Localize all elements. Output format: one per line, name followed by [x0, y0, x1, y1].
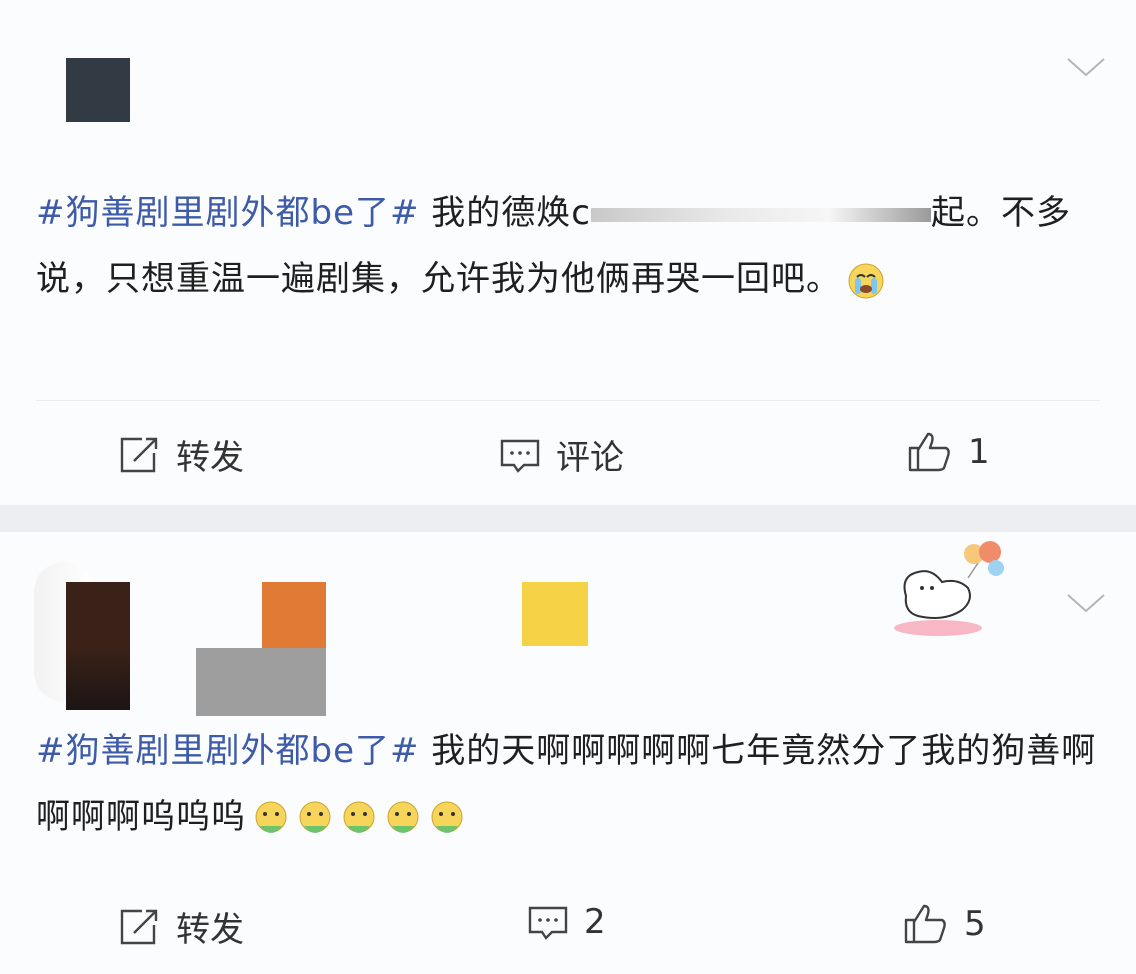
comment-icon [500, 439, 540, 473]
post-separator [0, 505, 1136, 532]
chevron-down-icon[interactable] [1066, 56, 1106, 78]
username-redaction-gray [196, 648, 326, 716]
post-card-1: #狗善剧里剧外都be了# 我的德焕c 起。不多说，只想重温一遍剧集，允许我为他俩再… [0, 0, 1136, 505]
sick-emoji-icon [255, 801, 287, 833]
bear-balloon-decoration [894, 541, 1004, 636]
hashtag-link[interactable]: #狗善剧里剧外都be了# [36, 731, 419, 771]
post-text: #狗善剧里剧外都be了# 我的德焕c 起。不多说，只想重温一遍剧集，允许我为他俩再… [36, 180, 1106, 312]
divider [36, 400, 1100, 401]
repost-label: 转发 [176, 438, 244, 478]
sick-emoji-icon [431, 801, 463, 833]
like-button[interactable]: 1 [906, 430, 990, 474]
username-redaction-orange [262, 582, 326, 648]
thumbs-up-icon [908, 432, 950, 472]
comment-icon [528, 906, 568, 940]
like-button[interactable]: 5 [902, 902, 986, 946]
comment-count: 2 [584, 902, 606, 942]
avatar-redaction [66, 58, 130, 122]
repost-label: 转发 [176, 910, 244, 950]
redaction-smear [591, 207, 931, 222]
badge-redaction-yellow [522, 582, 588, 646]
action-bar: 转发 2 5 [0, 896, 1136, 956]
emoji-group [246, 797, 466, 837]
repost-icon [120, 909, 158, 944]
sick-emoji-icon [299, 801, 331, 833]
repost-button[interactable]: 转发 [118, 430, 244, 479]
like-count: 1 [968, 432, 990, 472]
repost-icon [120, 437, 158, 472]
avatar-redaction [66, 582, 130, 710]
repost-button[interactable]: 转发 [118, 902, 244, 951]
sick-emoji-icon [387, 801, 419, 833]
post-text: #狗善剧里剧外都be了# 我的天啊啊啊啊啊七年竟然分了我的狗善啊啊啊啊呜呜呜 [36, 718, 1106, 850]
sick-emoji-icon [343, 801, 375, 833]
chevron-down-icon[interactable] [1066, 592, 1106, 614]
like-count: 5 [964, 904, 986, 944]
action-bar: 转发 评论 1 [0, 424, 1136, 484]
hashtag-link[interactable]: #狗善剧里剧外都be了# [36, 193, 419, 233]
comment-button[interactable]: 评论 [498, 430, 624, 479]
thumbs-up-icon [904, 904, 946, 944]
comment-button[interactable]: 2 [526, 902, 606, 942]
post-text-part1: 我的德焕c [419, 193, 591, 233]
crying-emoji-icon [848, 263, 884, 298]
comment-label: 评论 [556, 438, 624, 478]
post-card-2: #狗善剧里剧外都be了# 我的天啊啊啊啊啊七年竟然分了我的狗善啊啊啊啊呜呜呜 转… [0, 532, 1136, 974]
